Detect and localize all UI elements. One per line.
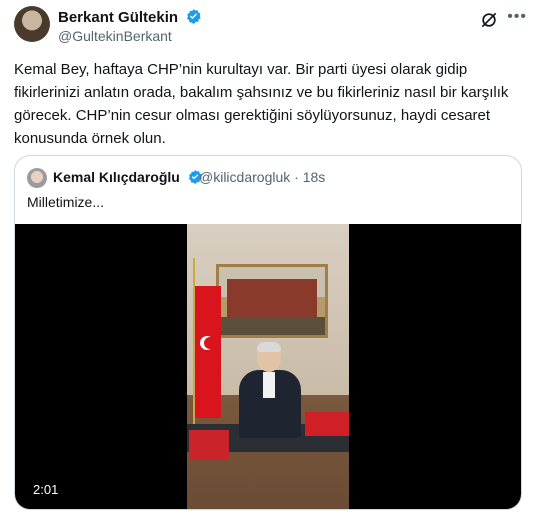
quoted-author-name-row[interactable]: Kemal Kılıçdaroğlu [53,169,203,185]
more-icon[interactable]: ••• [507,8,527,26]
video-frame [187,224,349,509]
tweet-text: Kemal Bey, haftaya CHP’nin kurultayı var… [14,61,509,147]
wall-painting [216,264,328,338]
quoted-author-avatar[interactable] [27,168,47,188]
author-name[interactable]: Berkant Gültekin [58,9,178,26]
red-folders [305,412,349,436]
quoted-author-name[interactable]: Kemal Kılıçdaroğlu [53,169,180,185]
author-name-row[interactable]: Berkant Gültekin [58,8,202,26]
verified-badge-icon [187,9,201,24]
author-avatar[interactable] [14,6,50,42]
quoted-author-handle[interactable]: @kilicdarogluk · 18s [199,169,325,185]
author-handle[interactable]: @GultekinBerkant [58,28,172,44]
tweet-card[interactable]: Berkant Gültekin @GultekinBerkant ••• Ke… [0,0,539,515]
quoted-tweet-text: Milletimize... [27,194,105,210]
books-stack [189,430,229,460]
grok-icon[interactable] [479,10,499,30]
speaker [235,342,305,438]
video-duration: 2:01 [33,482,59,497]
turkish-flag [195,286,221,418]
quoted-tweet[interactable]: Kemal Kılıçdaroğlu @kilicdarogluk · 18s … [14,155,522,510]
video-player[interactable]: 2:01 [15,224,521,509]
